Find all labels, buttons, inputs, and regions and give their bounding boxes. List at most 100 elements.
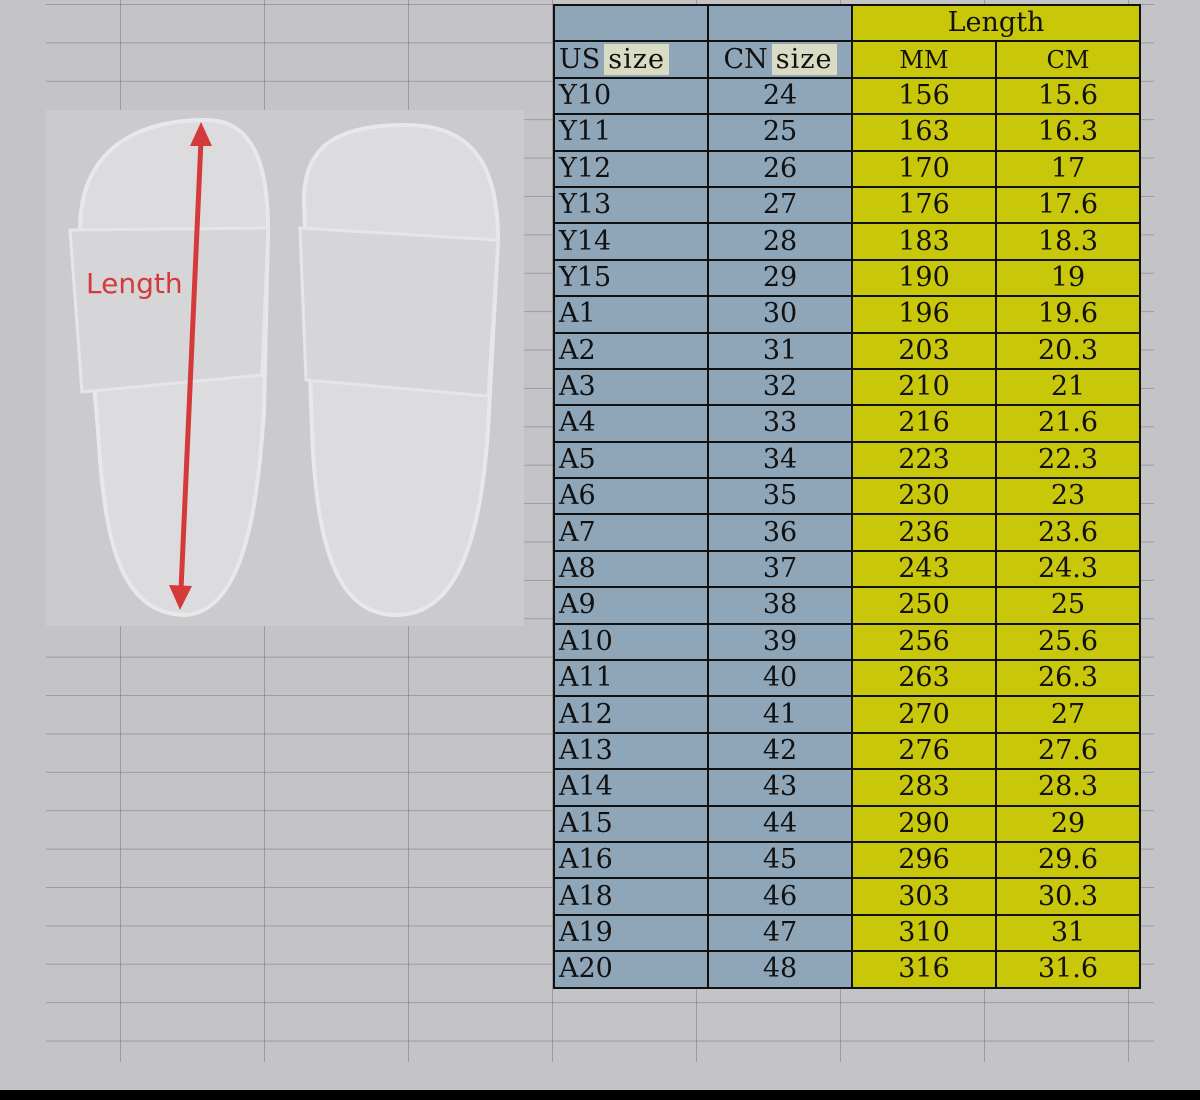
cn-size-cell: 35 [707,477,853,516]
mm-cell: 236 [851,513,997,552]
us-size-cell: A12 [553,695,709,734]
cm-cell: 16.3 [995,113,1141,152]
table-row: Y14 28 183 18.3 [553,222,1141,261]
table-row: Y10 24 156 15.6 [553,76,1141,116]
sandal-pair-drawing [68,117,501,618]
us-size-cell: Y12 [553,149,709,188]
cm-cell: 19.6 [995,295,1141,334]
mm-header: MM [851,40,997,79]
us-header-suffix: size [604,43,669,75]
blank-header-cell [553,3,709,43]
mm-cell: 290 [851,804,997,843]
cn-size-cell: 32 [707,367,853,407]
cm-cell: 21.6 [995,404,1141,443]
us-size-cell: A7 [553,513,709,552]
cn-size-cell: 29 [707,258,853,298]
us-size-cell: A9 [553,586,709,625]
slide-sandal-illustration: Length [46,110,524,626]
table-row: A11 40 263 26.3 [553,659,1141,698]
mm-cell: 303 [851,877,997,916]
us-size-cell: A15 [553,804,709,843]
us-size-cell: Y13 [553,185,709,225]
table-row: A10 39 256 25.6 [553,622,1141,662]
us-size-cell: Y11 [553,113,709,152]
us-size-cell: A4 [553,404,709,443]
mm-cell: 276 [851,731,997,771]
table-row: A9 38 250 25 [553,586,1141,625]
us-size-cell: A14 [553,768,709,807]
cm-cell: 28.3 [995,768,1141,807]
cn-size-cell: 25 [707,113,853,152]
cm-cell: 18.3 [995,222,1141,261]
table-row: Y12 26 170 17 [553,149,1141,188]
right-sandal-strap-icon [298,226,500,398]
us-size-cell: A19 [553,913,709,953]
cm-header: CM [995,40,1141,79]
cn-size-cell: 40 [707,659,853,698]
mm-cell: 263 [851,659,997,698]
cm-cell: 15.6 [995,76,1141,116]
cn-size-cell: 28 [707,222,853,261]
us-size-cell: A3 [553,367,709,407]
us-size-cell: A11 [553,659,709,698]
mm-cell: 163 [851,113,997,152]
us-size-header: US size [553,40,709,79]
cm-cell: 26.3 [995,659,1141,698]
mm-cell: 156 [851,76,997,116]
us-size-cell: A18 [553,877,709,916]
mm-cell: 256 [851,622,997,662]
mm-cell: 310 [851,913,997,953]
mm-cell: 296 [851,840,997,880]
mm-cell: 270 [851,695,997,734]
cn-size-header: CN size [707,40,853,79]
us-size-cell: A16 [553,840,709,880]
us-size-cell: Y10 [553,76,709,116]
table-row: A15 44 290 29 [553,804,1141,843]
table-row: Y15 29 190 19 [553,258,1141,298]
cm-cell: 17 [995,149,1141,188]
cm-cell: 31 [995,913,1141,953]
table-row: A4 33 216 21.6 [553,404,1141,443]
us-size-cell: A8 [553,549,709,589]
table-row: A5 34 223 22.3 [553,440,1141,480]
table-header-row: US size CN size MM CM [553,40,1141,79]
length-group-header: Length [851,3,1141,43]
table-row: A16 45 296 29.6 [553,840,1141,880]
cm-cell: 20.3 [995,331,1141,370]
cn-header-prefix: CN [723,43,768,75]
cn-size-cell: 26 [707,149,853,188]
mm-cell: 283 [851,768,997,807]
cn-size-cell: 24 [707,76,853,116]
mm-cell: 176 [851,185,997,225]
cn-size-cell: 46 [707,877,853,916]
cn-size-cell: 34 [707,440,853,480]
cm-cell: 25 [995,586,1141,625]
us-size-cell: A13 [553,731,709,771]
cm-cell: 23 [995,477,1141,516]
mm-cell: 216 [851,404,997,443]
table-row: A7 36 236 23.6 [553,513,1141,552]
cn-size-cell: 39 [707,622,853,662]
table-row: A19 47 310 31 [553,913,1141,953]
mm-cell: 196 [851,295,997,334]
table-row: A2 31 203 20.3 [553,331,1141,370]
table-row: A12 41 270 27 [553,695,1141,734]
table-row: A6 35 230 23 [553,477,1141,516]
cn-size-cell: 43 [707,768,853,807]
table-row: A1 30 196 19.6 [553,295,1141,334]
cn-size-cell: 33 [707,404,853,443]
cm-cell: 25.6 [995,622,1141,662]
table-row: A13 42 276 27.6 [553,731,1141,771]
cn-size-cell: 48 [707,950,853,989]
cn-size-cell: 41 [707,695,853,734]
bottom-edge-bar [0,1090,1200,1100]
us-size-cell: A10 [553,622,709,662]
cm-cell: 31.6 [995,950,1141,989]
mm-cell: 210 [851,367,997,407]
mm-cell: 243 [851,549,997,589]
us-size-cell: A6 [553,477,709,516]
cn-size-cell: 47 [707,913,853,953]
mm-cell: 223 [851,440,997,480]
table-group-header-row: Length [553,3,1141,43]
table-row: A14 43 283 28.3 [553,768,1141,807]
